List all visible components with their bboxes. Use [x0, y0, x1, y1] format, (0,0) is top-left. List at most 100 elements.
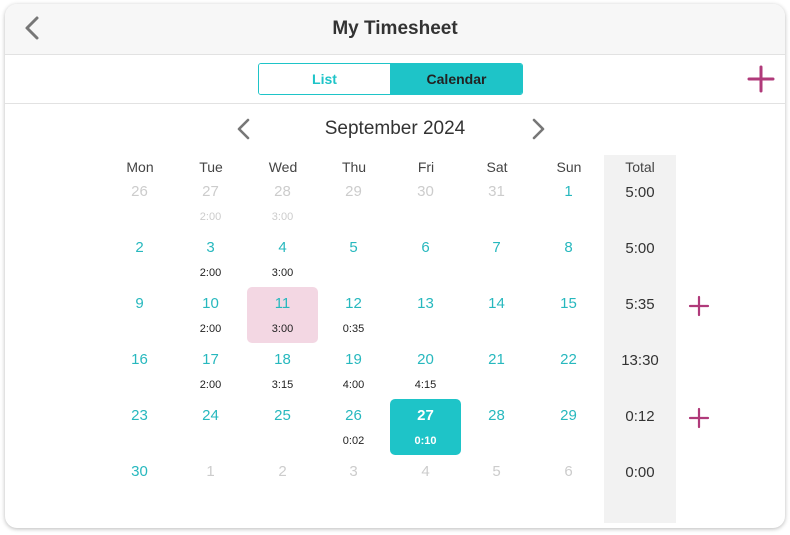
calendar-day[interactable]: 31 [461, 175, 532, 231]
day-number: 29 [560, 407, 577, 424]
month-navigation: September 2024 [5, 114, 785, 144]
calendar-day[interactable]: 19 4:00 [318, 343, 389, 399]
weekday-header: Fri [417, 159, 435, 175]
calendar-day[interactable]: 22 [533, 343, 604, 399]
day-number: 25 [274, 407, 291, 424]
day-hours: 3:15 [271, 379, 294, 391]
plus-icon[interactable] [688, 295, 710, 317]
calendar-day[interactable]: 13 [390, 287, 461, 343]
calendar-day[interactable]: 2 [247, 455, 318, 511]
day-number: 6 [564, 463, 573, 480]
day-number: 20 [417, 351, 434, 368]
calendar-day[interactable]: 7 [461, 231, 532, 287]
day-number: 6 [421, 239, 430, 256]
calendar-day[interactable]: 29 [318, 175, 389, 231]
day-number: 21 [488, 351, 505, 368]
calendar-day[interactable]: 3 [318, 455, 389, 511]
calendar-day[interactable]: 30 [104, 455, 175, 511]
calendar-day[interactable]: 17 2:00 [175, 343, 246, 399]
calendar-day[interactable]: 16 [104, 343, 175, 399]
day-number: 2 [135, 239, 144, 256]
view-switch: List Calendar [258, 63, 523, 95]
day-number: 5 [492, 463, 501, 480]
calendar-day[interactable]: 26 0:02 [318, 399, 389, 455]
week-total: 0:00 [625, 464, 655, 481]
calendar-day[interactable]: 29 [533, 399, 604, 455]
day-hours: 2:00 [199, 323, 222, 335]
day-hours: 0:10 [414, 435, 437, 447]
day-hours: 3:00 [271, 323, 294, 335]
calendar-day[interactable]: 18 3:15 [247, 343, 318, 399]
calendar-day[interactable]: 6 [533, 455, 604, 511]
day-number: 14 [488, 295, 505, 312]
calendar-day[interactable]: 30 [390, 175, 461, 231]
view-toolbar: List Calendar [5, 55, 785, 104]
calendar-day[interactable]: 20 4:15 [390, 343, 461, 399]
day-hours: 0:35 [342, 323, 365, 335]
calendar-day[interactable]: 4 [390, 455, 461, 511]
weekday-header: Mon [126, 159, 154, 175]
timesheet-card: My Timesheet List Calendar September 202… [5, 4, 785, 528]
plus-icon[interactable] [688, 407, 710, 429]
calendar-day[interactable]: 27 2:00 [175, 175, 246, 231]
calendar-day[interactable]: 14 [461, 287, 532, 343]
calendar-day[interactable]: 10 2:00 [175, 287, 246, 343]
calendar-day[interactable]: 28 3:00 [247, 175, 318, 231]
day-hours: 4:00 [342, 379, 365, 391]
week-total: 0:12 [625, 408, 655, 425]
day-number: 12 [345, 295, 362, 312]
calendar-day[interactable]: 4 3:00 [247, 231, 318, 287]
calendar-day[interactable]: 26 [104, 175, 175, 231]
calendar-day[interactable]: 15 [533, 287, 604, 343]
calendar-day[interactable]: 2 [104, 231, 175, 287]
list-view-button[interactable]: List [259, 64, 391, 94]
calendar-day[interactable]: 6 [390, 231, 461, 287]
day-number: 9 [135, 295, 144, 312]
day-number: 5 [349, 239, 358, 256]
calendar-day[interactable]: 5 [318, 231, 389, 287]
day-number: 27 [417, 407, 434, 424]
day-number: 16 [131, 351, 148, 368]
calendar-day[interactable]: 12 0:35 [318, 287, 389, 343]
calendar-day[interactable]: 5 [461, 455, 532, 511]
calendar-day-today[interactable]: 27 0:10 [390, 399, 461, 455]
day-number: 18 [274, 351, 291, 368]
day-number: 27 [202, 183, 219, 200]
calendar-day[interactable]: 8 [533, 231, 604, 287]
total-header: Total [625, 159, 655, 175]
day-hours: 2:00 [199, 267, 222, 279]
calendar-day[interactable]: 3 2:00 [175, 231, 246, 287]
calendar-day[interactable]: 1 [533, 175, 604, 231]
plus-icon[interactable] [747, 65, 775, 93]
day-number: 1 [564, 183, 573, 200]
header-bar: My Timesheet [5, 4, 785, 55]
weekday-header: Tue [199, 159, 223, 175]
day-hours: 4:15 [414, 379, 437, 391]
day-hours: 2:00 [199, 211, 222, 223]
chevron-right-icon[interactable] [527, 117, 549, 141]
week-total: 5:00 [625, 240, 655, 257]
day-number: 29 [345, 183, 362, 200]
day-number: 8 [564, 239, 573, 256]
day-number: 24 [202, 407, 219, 424]
day-number: 3 [206, 239, 215, 256]
day-number: 7 [492, 239, 501, 256]
calendar-day[interactable]: 11 3:00 [247, 287, 318, 343]
day-number: 22 [560, 351, 577, 368]
calendar-view-button[interactable]: Calendar [391, 64, 522, 94]
day-number: 2 [278, 463, 287, 480]
weekday-header: Sat [486, 159, 508, 175]
day-number: 26 [345, 407, 362, 424]
calendar-day[interactable]: 1 [175, 455, 246, 511]
day-hours: 3:00 [271, 267, 294, 279]
calendar-day[interactable]: 9 [104, 287, 175, 343]
calendar-day[interactable]: 23 [104, 399, 175, 455]
calendar-day[interactable]: 24 [175, 399, 246, 455]
day-number: 11 [274, 295, 291, 312]
calendar-day[interactable]: 25 [247, 399, 318, 455]
calendar-day[interactable]: 28 [461, 399, 532, 455]
week-total: 13:30 [621, 352, 659, 369]
calendar-day[interactable]: 21 [461, 343, 532, 399]
day-number: 13 [417, 295, 434, 312]
day-number: 15 [560, 295, 577, 312]
